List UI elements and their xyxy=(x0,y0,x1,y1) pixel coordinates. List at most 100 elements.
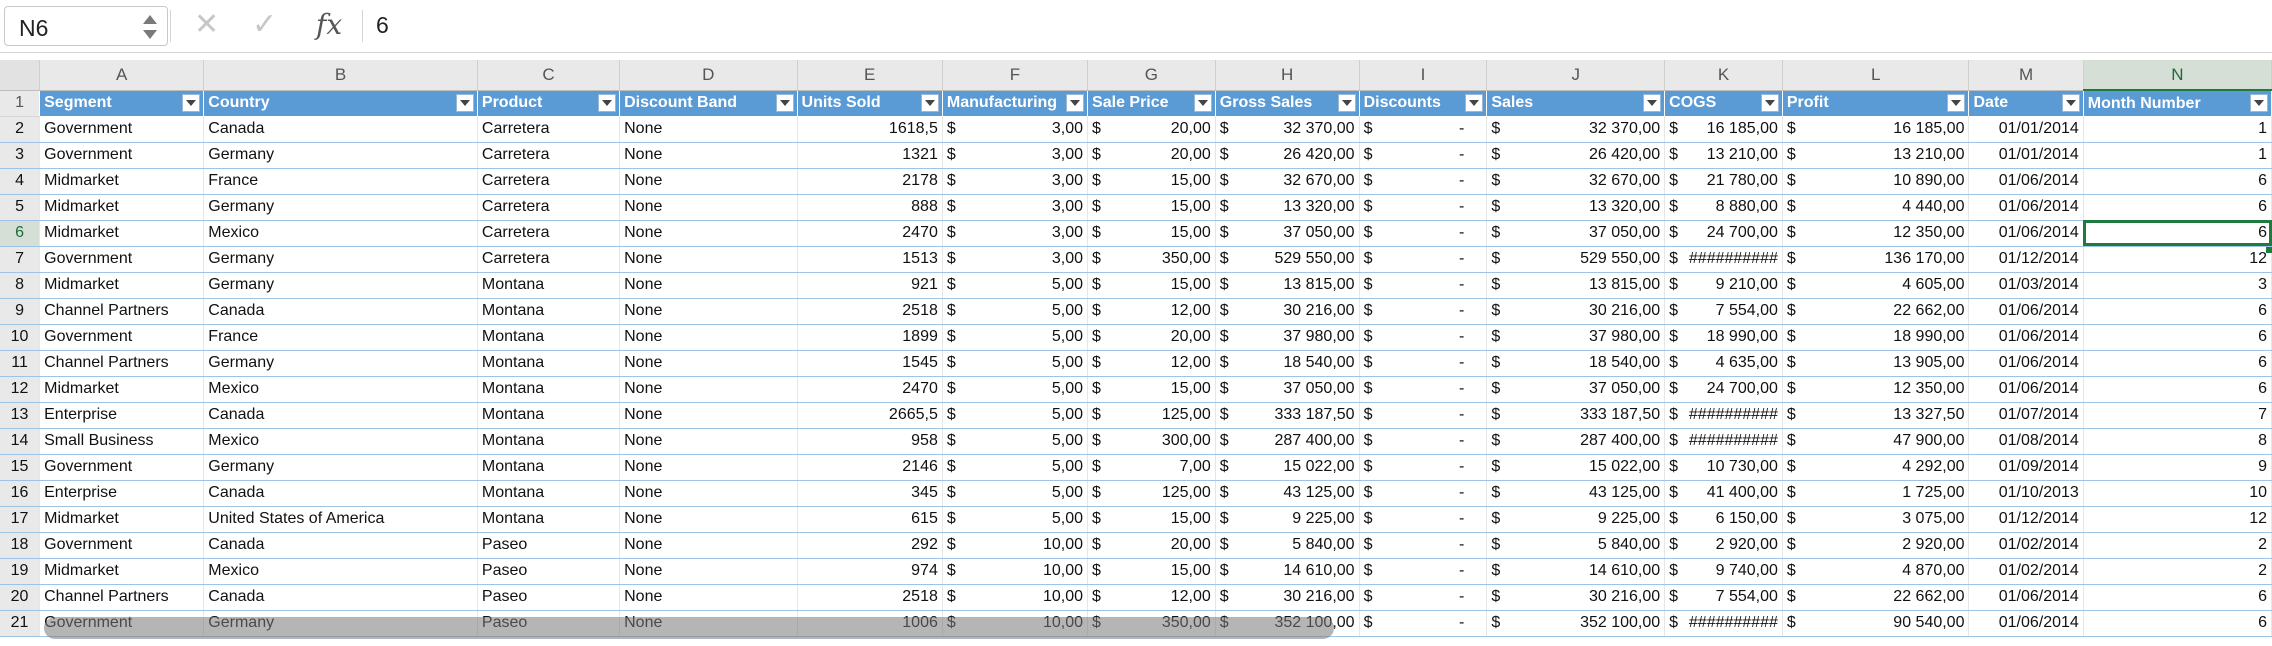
cell-c[interactable]: Montana xyxy=(477,272,621,299)
cell-j[interactable]: $26 420,00 xyxy=(1486,142,1666,169)
filter-dropdown-icon[interactable] xyxy=(455,93,474,112)
cell-f[interactable]: $5,00 xyxy=(942,272,1089,299)
cell-j[interactable]: $37 980,00 xyxy=(1486,324,1666,351)
cell-i[interactable]: $ - xyxy=(1359,480,1488,507)
cell-j[interactable]: $287 400,00 xyxy=(1486,428,1666,455)
cell-n[interactable]: 8 xyxy=(2083,428,2272,455)
cell-a[interactable]: Government xyxy=(39,532,205,559)
cell-i[interactable]: $ - xyxy=(1359,532,1488,559)
cell-j[interactable]: $37 050,00 xyxy=(1486,376,1666,403)
cell-b[interactable]: France xyxy=(203,324,478,351)
cell-h[interactable]: $37 050,00 xyxy=(1215,376,1360,403)
cell-h[interactable]: $30 216,00 xyxy=(1215,298,1360,325)
header-cell[interactable]: Discounts xyxy=(1359,90,1488,116)
cell-e[interactable]: 292 xyxy=(797,532,943,559)
cell-f[interactable]: $3,00 xyxy=(942,194,1089,221)
cell-h[interactable]: $333 187,50 xyxy=(1215,402,1360,429)
cell-l[interactable]: $4 605,00 xyxy=(1782,272,1970,299)
cell-l[interactable]: $12 350,00 xyxy=(1782,376,1970,403)
cell-k[interactable]: $7 554,00 xyxy=(1664,584,1783,611)
header-cell[interactable]: Sale Price xyxy=(1087,90,1216,116)
filter-dropdown-icon[interactable] xyxy=(1465,93,1484,112)
filter-dropdown-icon[interactable] xyxy=(1947,93,1966,112)
cell-g[interactable]: $15,00 xyxy=(1087,506,1216,533)
cell-c[interactable]: Carretera xyxy=(477,246,621,273)
filter-dropdown-icon[interactable] xyxy=(1760,93,1779,112)
cell-l[interactable]: $90 540,00 xyxy=(1782,610,1970,637)
cell-c[interactable]: Montana xyxy=(477,428,621,455)
header-cell[interactable]: COGS xyxy=(1664,90,1783,116)
column-header-i[interactable]: I xyxy=(1359,60,1488,91)
cell-f[interactable]: $3,00 xyxy=(942,246,1089,273)
cell-a[interactable]: Government xyxy=(39,454,205,481)
cell-k[interactable]: $10 730,00 xyxy=(1664,454,1783,481)
row-header[interactable]: 7 xyxy=(0,246,41,273)
cell-e[interactable]: 2518 xyxy=(797,298,943,325)
cell-b[interactable]: Mexico xyxy=(203,220,478,247)
cell-m[interactable]: 01/09/2014 xyxy=(1968,454,2084,481)
cell-c[interactable]: Paseo xyxy=(477,558,621,585)
cell-j[interactable]: $9 225,00 xyxy=(1486,506,1666,533)
cell-a[interactable]: Midmarket xyxy=(39,506,205,533)
cell-f[interactable]: $3,00 xyxy=(942,220,1089,247)
cell-n[interactable]: 1 xyxy=(2083,142,2272,169)
cell-a[interactable]: Channel Partners xyxy=(39,584,205,611)
cell-d[interactable]: None xyxy=(619,376,798,403)
header-cell[interactable]: Profit xyxy=(1782,90,1970,116)
cell-f[interactable]: $3,00 xyxy=(942,116,1089,143)
cell-h[interactable]: $32 670,00 xyxy=(1215,168,1360,195)
cell-e[interactable]: 921 xyxy=(797,272,943,299)
cell-d[interactable]: None xyxy=(619,298,798,325)
column-header-k[interactable]: K xyxy=(1664,60,1783,91)
cell-k[interactable]: $41 400,00 xyxy=(1664,480,1783,507)
filter-dropdown-icon[interactable] xyxy=(182,93,201,112)
cell-m[interactable]: 01/06/2014 xyxy=(1968,376,2084,403)
cell-m[interactable]: 01/06/2014 xyxy=(1968,194,2084,221)
cell-m[interactable]: 01/06/2014 xyxy=(1968,298,2084,325)
column-header-n[interactable]: N xyxy=(2083,60,2272,91)
cell-a[interactable]: Enterprise xyxy=(39,402,205,429)
cell-j[interactable]: $32 670,00 xyxy=(1486,168,1666,195)
cell-i[interactable]: $ - xyxy=(1359,454,1488,481)
cell-k[interactable]: $9 740,00 xyxy=(1664,558,1783,585)
name-box-down-icon[interactable] xyxy=(143,30,157,39)
cell-l[interactable]: $4 870,00 xyxy=(1782,558,1970,585)
cell-g[interactable]: $125,00 xyxy=(1087,480,1216,507)
row-header[interactable]: 16 xyxy=(0,480,41,507)
row-header[interactable]: 14 xyxy=(0,428,41,455)
cell-a[interactable]: Midmarket xyxy=(39,272,205,299)
cell-l[interactable]: $136 170,00 xyxy=(1782,246,1970,273)
cell-m[interactable]: 01/06/2014 xyxy=(1968,350,2084,377)
cell-n[interactable]: 7 xyxy=(2083,402,2272,429)
cell-i[interactable]: $ - xyxy=(1359,116,1488,143)
cell-n[interactable]: 1 xyxy=(2083,116,2272,143)
cell-c[interactable]: Paseo xyxy=(477,532,621,559)
cell-h[interactable]: $529 550,00 xyxy=(1215,246,1360,273)
filter-dropdown-icon[interactable] xyxy=(2250,94,2268,112)
cell-e[interactable]: 2178 xyxy=(797,168,943,195)
cell-g[interactable]: $15,00 xyxy=(1087,194,1216,221)
cell-e[interactable]: 1513 xyxy=(797,246,943,273)
cell-e[interactable]: 888 xyxy=(797,194,943,221)
row-header[interactable]: 11 xyxy=(0,350,41,377)
column-header-m[interactable]: M xyxy=(1968,60,2084,91)
cell-d[interactable]: None xyxy=(619,506,798,533)
cell-n[interactable]: 6 xyxy=(2083,298,2272,325)
cell-c[interactable]: Carretera xyxy=(477,142,621,169)
row-header[interactable]: 1 xyxy=(0,90,41,117)
cell-i[interactable]: $ - xyxy=(1359,272,1488,299)
cell-g[interactable]: $350,00 xyxy=(1087,246,1216,273)
cell-h[interactable]: $30 216,00 xyxy=(1215,584,1360,611)
filter-dropdown-icon[interactable] xyxy=(1193,93,1212,112)
cell-f[interactable]: $5,00 xyxy=(942,350,1089,377)
cell-g[interactable]: $15,00 xyxy=(1087,168,1216,195)
cell-h[interactable]: $13 320,00 xyxy=(1215,194,1360,221)
cell-a[interactable]: Midmarket xyxy=(39,168,205,195)
cell-m[interactable]: 01/01/2014 xyxy=(1968,116,2084,143)
filter-dropdown-icon[interactable] xyxy=(775,93,794,112)
formula-input[interactable]: 6 xyxy=(376,12,389,39)
cell-b[interactable]: Canada xyxy=(203,584,478,611)
cell-l[interactable]: $22 662,00 xyxy=(1782,584,1970,611)
header-cell[interactable]: Gross Sales xyxy=(1215,90,1360,116)
cell-a[interactable]: Midmarket xyxy=(39,376,205,403)
